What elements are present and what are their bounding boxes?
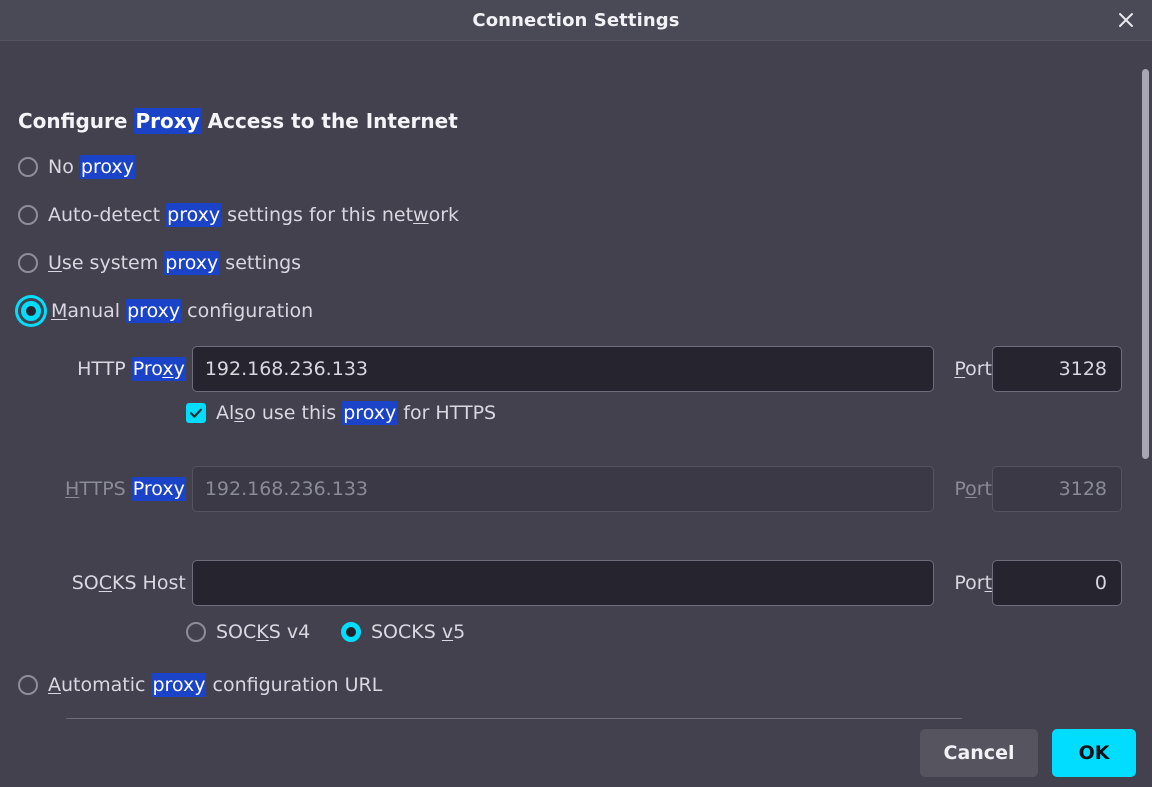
http-proxy-row: HTTP Proxy Port — [0, 346, 1123, 392]
scrollbar-thumb[interactable] — [1142, 69, 1149, 459]
radio-socks-v5[interactable]: SOCKS v5 — [341, 621, 465, 643]
http-port-label: Port — [954, 358, 993, 380]
https-port-input — [992, 466, 1123, 512]
radio-automatic-proxy-configuration-url[interactable]: Automatic proxy configuration URL — [18, 673, 383, 697]
radio-indicator[interactable] — [18, 253, 38, 273]
connection-settings-dialog: Connection Settings Configure Proxy Acce… — [0, 0, 1152, 787]
radio-indicator-selected[interactable] — [21, 301, 41, 321]
heading-part1: Configure — [18, 109, 135, 133]
socks-port-input[interactable] — [992, 560, 1123, 606]
radio-label: Use system proxy settings — [48, 251, 302, 275]
socks-port-label: Port — [954, 572, 993, 594]
radio-label: SOCKS v5 — [371, 621, 466, 643]
page-title: Configure Proxy Access to the Internet — [18, 108, 458, 134]
radio-socks-v4[interactable]: SOCKS v4 — [186, 621, 310, 643]
radio-no-proxy[interactable]: No proxy — [18, 155, 135, 179]
https-proxy-label: HTTPS Proxy — [65, 477, 186, 501]
checkbox-label: Also use this proxy for HTTPS — [216, 401, 497, 425]
http-port-input[interactable] — [992, 346, 1123, 392]
http-proxy-input[interactable] — [191, 346, 935, 392]
checkmark-icon[interactable] — [186, 403, 206, 423]
heading-highlight: Proxy — [134, 108, 201, 134]
settings-scroll-area: Configure Proxy Access to the Internet N… — [0, 41, 1152, 787]
radio-label: Automatic proxy configuration URL — [48, 673, 383, 697]
https-port-label: Port — [954, 478, 993, 500]
titlebar: Connection Settings — [0, 0, 1152, 41]
radio-use-system-proxy[interactable]: Use system proxy settings — [18, 251, 302, 275]
radio-indicator[interactable] — [18, 157, 38, 177]
radio-label: Manual proxy configuration — [51, 299, 314, 323]
radio-auto-detect-proxy[interactable]: Auto-detect proxy settings for this netw… — [18, 203, 460, 227]
ok-button[interactable]: OK — [1052, 729, 1136, 777]
radio-label: Auto-detect proxy settings for this netw… — [48, 203, 460, 227]
socks-host-row: SOCKS Host Port — [0, 560, 1123, 606]
https-proxy-input — [191, 466, 935, 512]
radio-indicator[interactable] — [18, 675, 38, 695]
http-proxy-label: HTTP Proxy — [77, 357, 186, 381]
socks-host-input[interactable] — [191, 560, 935, 606]
checkbox-also-use-for-https[interactable]: Also use this proxy for HTTPS — [186, 401, 497, 425]
radio-indicator[interactable] — [186, 622, 206, 642]
https-proxy-row: HTTPS Proxy Port — [0, 466, 1123, 512]
heading-part2: Access to the Internet — [200, 109, 458, 133]
dialog-footer: Cancel OK — [0, 719, 1152, 787]
cancel-button[interactable]: Cancel — [920, 729, 1038, 777]
radio-label: SOCKS v4 — [216, 621, 311, 643]
dialog-title: Connection Settings — [472, 9, 680, 31]
radio-indicator[interactable] — [18, 205, 38, 225]
radio-manual-proxy-configuration[interactable]: Manual proxy configuration — [21, 299, 314, 323]
radio-indicator-selected[interactable] — [341, 622, 361, 642]
scrollbar-track[interactable] — [1138, 41, 1152, 787]
close-icon[interactable] — [1108, 2, 1144, 38]
socks-host-label: SOCKS Host — [71, 572, 186, 594]
radio-label: No proxy — [48, 155, 135, 179]
